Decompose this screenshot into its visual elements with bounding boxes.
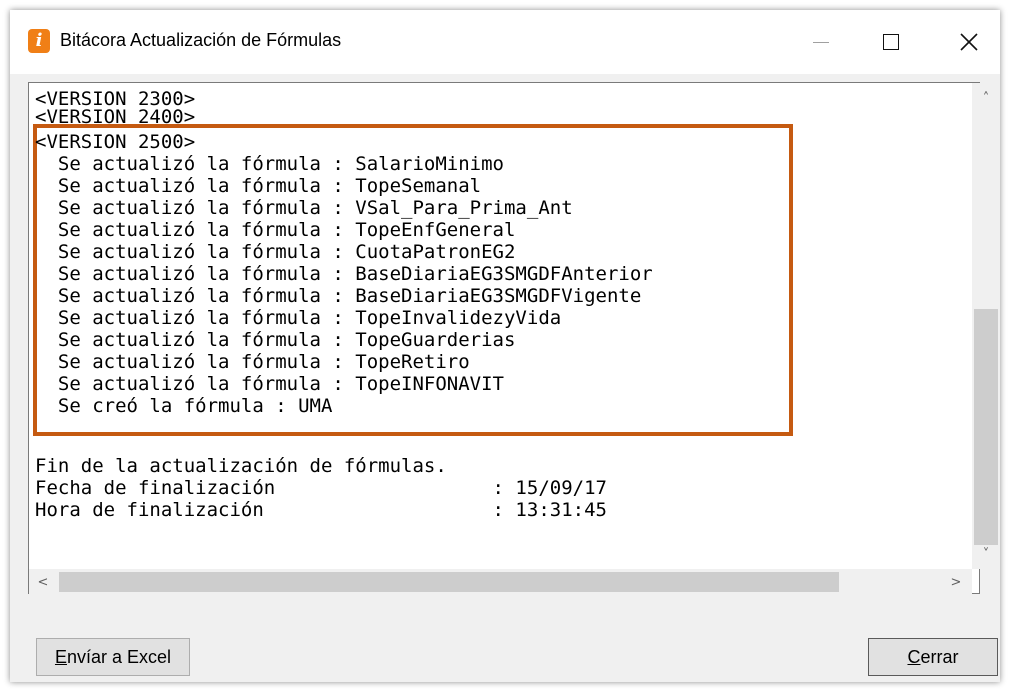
maximize-button[interactable] (861, 10, 921, 74)
log-line: Se actualizó la fórmula : VSal_Para_Prim… (35, 197, 573, 219)
close-button[interactable]: Cerrar (868, 638, 998, 676)
log-line: Se actualizó la fórmula : TopeEnfGeneral (35, 219, 516, 241)
scroll-left-icon[interactable]: < (29, 569, 57, 595)
log-line: Fin de la actualización de fórmulas. (35, 455, 447, 477)
minimize-button[interactable] (791, 10, 851, 74)
log-line: <VERSION 2400> (35, 106, 196, 128)
minimize-icon (813, 41, 829, 43)
log-line: Hora de finalización : 13:31:45 (35, 499, 607, 521)
horizontal-scroll-thumb[interactable] (59, 572, 839, 592)
vertical-scrollbar[interactable]: ˄ ˅ (972, 83, 1000, 569)
log-line: Se actualizó la fórmula : TopeRetiro (35, 351, 470, 373)
window-title: Bitácora Actualización de Fórmulas (60, 30, 342, 50)
log-text: <VERSION 2300> <VERSION 2400> <VERSION 250… (29, 83, 972, 569)
scroll-right-icon[interactable]: > (942, 569, 970, 595)
scroll-down-icon[interactable]: ˅ (972, 541, 1000, 567)
log-line: Se actualizó la fórmula : TopeInvalidezy… (35, 307, 562, 329)
close-button-label: errar (920, 646, 959, 667)
scroll-up-icon[interactable]: ˄ (972, 85, 1000, 111)
excel-button-label: nvíar a Excel (66, 646, 172, 667)
log-window: i Bitácora Actualización de Fórmulas <VE… (10, 10, 1000, 682)
title-bar[interactable]: i Bitácora Actualización de Fórmulas (10, 10, 1000, 74)
log-textarea[interactable]: <VERSION 2300> <VERSION 2400> <VERSION 250… (28, 82, 1000, 595)
log-line: Se creó la fórmula : UMA (35, 395, 333, 417)
log-line: <VERSION 2500> (35, 131, 196, 153)
log-line: Se actualizó la fórmula : TopeSemanal (35, 175, 482, 197)
log-line: Fecha de finalización : 15/09/17 (35, 477, 607, 499)
log-line: Se actualizó la fórmula : SalarioMinimo (35, 153, 504, 175)
horizontal-scrollbar[interactable]: < > (29, 569, 972, 595)
vertical-scroll-thumb[interactable] (974, 309, 998, 545)
log-line: Se actualizó la fórmula : TopeINFONAVIT (35, 373, 504, 395)
log-line: Se actualizó la fórmula : CuotaPatronEG2 (35, 241, 516, 263)
log-line: Se actualizó la fórmula : BaseDiariaEG3S… (35, 285, 642, 307)
log-line: Se actualizó la fórmula : TopeGuarderias (35, 329, 516, 351)
app-icon: i (28, 29, 50, 53)
close-icon (960, 33, 978, 51)
close-window-button[interactable] (939, 10, 999, 74)
log-line: Se actualizó la fórmula : BaseDiariaEG3S… (35, 263, 653, 285)
send-to-excel-button[interactable]: Envíar a Excel (36, 638, 190, 676)
excel-button-mnemonic: E (54, 646, 67, 667)
close-button-mnemonic: C (907, 646, 921, 667)
maximize-icon (883, 34, 899, 50)
